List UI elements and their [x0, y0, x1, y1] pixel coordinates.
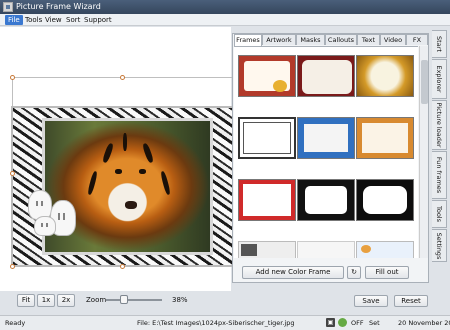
- title-bar: Picture Frame Wizard: [0, 0, 450, 14]
- frame-thumbnail[interactable]: [297, 55, 355, 97]
- library-panel: Frames Artwork Masks Callouts Text Video…: [232, 33, 429, 283]
- tab-callouts[interactable]: Callouts: [325, 34, 357, 45]
- resize-handle-bottom-left[interactable]: [10, 264, 15, 269]
- frame-thumbnail[interactable]: [297, 117, 355, 159]
- zoom-slider-thumb[interactable]: [120, 295, 129, 304]
- scrollbar-thumb[interactable]: [421, 60, 428, 104]
- status-ready: Ready: [5, 319, 26, 327]
- frame-thumbnail[interactable]: [297, 179, 355, 221]
- side-tab-strip: Start Explorer Picture loader Fun frames…: [432, 30, 450, 262]
- frame-gallery: [234, 46, 418, 258]
- framed-photo[interactable]: [11, 106, 240, 267]
- canvas-area[interactable]: [0, 27, 242, 291]
- tab-frames[interactable]: Frames: [234, 34, 262, 46]
- frame-thumbnail[interactable]: [356, 55, 414, 97]
- resize-handle-bottom[interactable]: [120, 264, 125, 269]
- menu-bar: File Tools View Sort Support: [0, 14, 450, 26]
- frame-thumbnail[interactable]: [356, 179, 414, 221]
- side-tab-settings[interactable]: Settings: [432, 229, 447, 262]
- side-tab-fun-frames[interactable]: Fun frames: [432, 151, 447, 199]
- zoom-label: Zoom: [86, 296, 107, 304]
- frame-thumbnail[interactable]: [238, 179, 296, 221]
- status-date: 20 November 2017: [398, 319, 450, 327]
- status-set-label[interactable]: Set: [369, 319, 380, 327]
- fill-out-button[interactable]: Fill out: [365, 266, 409, 279]
- frame-thumbnail[interactable]: [356, 117, 414, 159]
- resize-handle-top-left[interactable]: [10, 75, 15, 80]
- menu-support[interactable]: Support: [81, 15, 115, 25]
- zoom-slider-track[interactable]: [106, 295, 162, 304]
- side-tab-tools[interactable]: Tools: [432, 200, 447, 228]
- resize-handle-top[interactable]: [120, 75, 125, 80]
- frame-thumbnail[interactable]: [356, 241, 414, 258]
- menu-view[interactable]: View: [42, 15, 65, 25]
- zoom-1x-button[interactable]: 1x: [37, 294, 55, 307]
- refresh-icon: ↻: [351, 268, 357, 276]
- app-icon: [3, 2, 13, 12]
- tab-masks[interactable]: Masks: [296, 34, 325, 45]
- frame-thumbnail[interactable]: [238, 55, 296, 97]
- side-tab-explorer[interactable]: Explorer: [432, 59, 447, 99]
- fit-button[interactable]: Fit: [17, 294, 35, 307]
- status-file-path: File: E:\Test Images\1024px-Siberischer_…: [137, 319, 295, 327]
- gallery-scrollbar[interactable]: [419, 46, 428, 258]
- tab-fx[interactable]: FX: [406, 34, 428, 45]
- status-toggle-value: OFF: [351, 319, 364, 327]
- frame-thumbnail[interactable]: [238, 241, 296, 258]
- zoom-toolbar: Fit 1x 2x Zoom 38% Save Reset: [0, 291, 450, 315]
- tab-artwork[interactable]: Artwork: [262, 34, 296, 45]
- zoom-value: 38%: [172, 296, 188, 304]
- window-title: Picture Frame Wizard: [16, 2, 101, 11]
- refresh-button[interactable]: ↻: [347, 266, 361, 279]
- tab-text[interactable]: Text: [357, 34, 380, 45]
- status-toggle-icon[interactable]: [338, 318, 347, 327]
- white-tiger-cubs: [26, 186, 84, 238]
- frame-thumbnail[interactable]: [238, 117, 296, 159]
- add-color-frame-button[interactable]: Add new Color Frame: [242, 266, 344, 279]
- status-device-icon: ▣: [326, 318, 335, 327]
- reset-button[interactable]: Reset: [394, 295, 428, 307]
- side-tab-start[interactable]: Start: [432, 30, 447, 58]
- menu-file[interactable]: File: [5, 15, 23, 25]
- zoom-2x-button[interactable]: 2x: [57, 294, 75, 307]
- save-button[interactable]: Save: [354, 295, 388, 307]
- resize-handle-left[interactable]: [10, 171, 15, 176]
- frame-thumbnail[interactable]: [297, 241, 355, 258]
- side-tab-picture-loader[interactable]: Picture loader: [432, 100, 447, 150]
- status-bar: Ready File: E:\Test Images\1024px-Siberi…: [0, 315, 450, 330]
- tab-video[interactable]: Video: [380, 34, 406, 45]
